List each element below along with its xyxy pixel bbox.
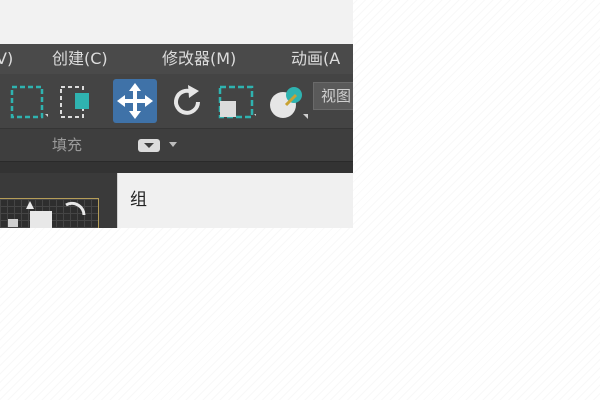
view-controls-icon	[8, 201, 86, 228]
rect-select-button[interactable]	[8, 81, 48, 121]
scale-icon	[218, 85, 256, 119]
rotate-icon	[174, 85, 200, 115]
rotate-button[interactable]	[168, 81, 208, 121]
move-icon	[117, 83, 153, 119]
rect-select-icon	[10, 85, 48, 119]
chevron-down-icon[interactable]	[168, 140, 178, 148]
viewport-preview[interactable]	[0, 198, 99, 228]
title-bar-area	[0, 0, 353, 44]
panel-toggle-icon[interactable]	[138, 139, 160, 152]
menu-item-modifiers[interactable]: 修改器(M)	[162, 44, 236, 74]
snap-icon	[270, 87, 308, 119]
main-toolbar: 视图	[0, 74, 353, 128]
menu-bar: V) 创建(C) 修改器(M) 动画(A	[0, 44, 353, 74]
dropdown-item-group[interactable]: 组	[130, 185, 147, 210]
menu-item-create[interactable]: 创建(C)	[52, 44, 108, 74]
fill-tab-label[interactable]: 填充	[52, 129, 82, 162]
reference-coordinate-dropdown[interactable]: 视图	[313, 82, 353, 110]
scale-button[interactable]	[216, 81, 256, 121]
ribbon-bar: 填充	[0, 128, 353, 162]
select-region-icon	[60, 86, 89, 118]
menu-item-view[interactable]: V)	[0, 44, 13, 74]
menu-item-animation[interactable]: 动画(A	[291, 44, 340, 74]
select-region-button[interactable]	[58, 81, 98, 121]
app-screenshot: V) 创建(C) 修改器(M) 动画(A 视图 填充 组	[0, 0, 353, 228]
move-button[interactable]	[113, 79, 157, 123]
context-dropdown-panel: 组	[117, 173, 353, 228]
snap-button[interactable]	[266, 81, 308, 121]
